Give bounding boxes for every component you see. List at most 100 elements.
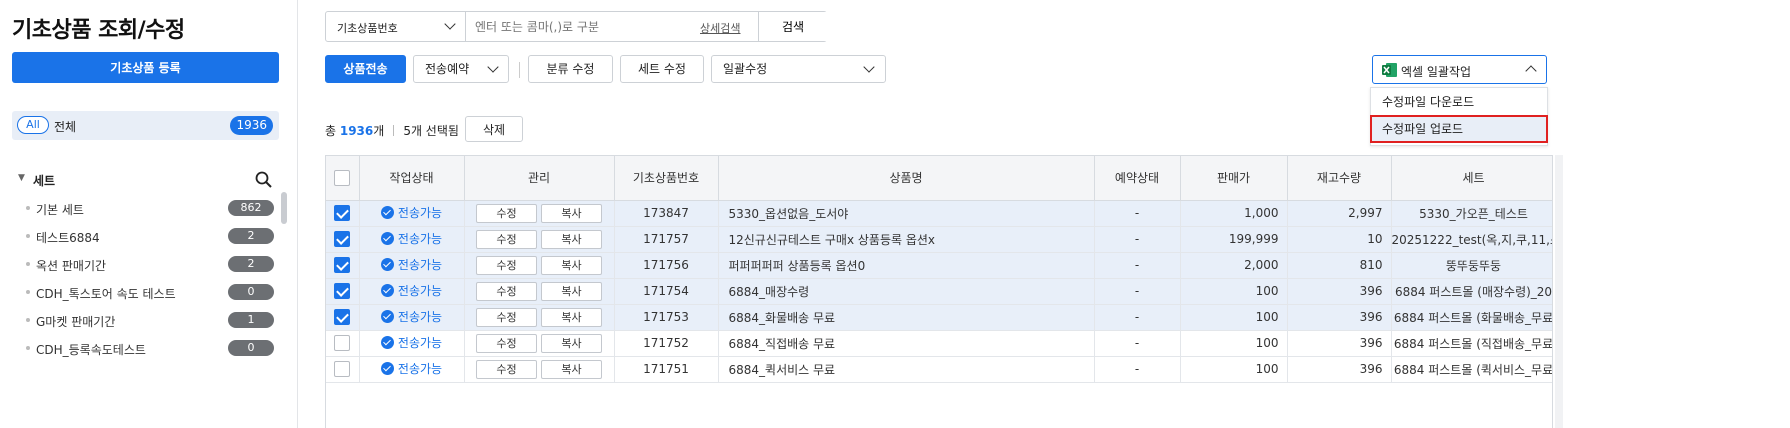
status-badge: 전송가능	[380, 334, 442, 351]
chevron-down-icon	[444, 18, 456, 30]
product-id-cell: 171757	[614, 226, 719, 253]
table-row[interactable]: 전송가능 수정 복사 173847 5330_옵션없음_도서야 -1,000 2,997 53…	[326, 200, 1552, 227]
main-content: 기초상품번호 상세검색 검색 상품전송 전송예약 분류 수정 세트 수정 일괄수…	[299, 0, 1790, 428]
edit-button[interactable]: 수정	[476, 229, 537, 249]
row-checkbox[interactable]	[334, 283, 351, 299]
set-item[interactable]: 기본 세트 862	[22, 196, 274, 224]
set-cell: 6884 퍼스트몰 (퀵서비스_무료	[1391, 356, 1552, 383]
table-row[interactable]: 전송가능 수정 복사 171753 6884_화물배송 무료 -100 396 6884 퍼스…	[326, 304, 1552, 331]
menu-item-upload[interactable]: 수정파일 업로드	[1370, 115, 1548, 143]
set-edit-button[interactable]: 세트 수정	[620, 55, 704, 83]
manage-cell: 수정 복사	[464, 356, 615, 383]
select-all-checkbox[interactable]	[334, 169, 351, 186]
table-row[interactable]: 전송가능 수정 복사 171756 퍼퍼퍼퍼퍼 상품등록 옵션0-2,000 810 뚱뚜둥…	[326, 252, 1552, 279]
category-edit-button[interactable]: 분류 수정	[528, 55, 613, 83]
status-badge: 전송가능	[380, 282, 442, 299]
table-scrollbar[interactable]	[1555, 155, 1563, 428]
bullet-icon	[26, 318, 30, 322]
set-item[interactable]: G마켓 판매기간 1	[22, 308, 274, 336]
manage-cell: 수정 복사	[464, 252, 615, 279]
copy-button[interactable]: 복사	[541, 255, 602, 275]
product-name-cell[interactable]: 6884_화물배송 무료	[718, 304, 1095, 331]
delete-button[interactable]: 삭제	[465, 116, 523, 142]
search-icon[interactable]	[254, 170, 274, 190]
set-item-name: 테스트6884	[36, 231, 100, 245]
bullet-icon	[26, 262, 30, 266]
column-header: 재고수량	[1287, 156, 1392, 201]
edit-button[interactable]: 수정	[476, 333, 537, 353]
bullet-icon	[26, 206, 30, 210]
row-select-cell[interactable]	[326, 304, 360, 331]
row-checkbox[interactable]	[334, 361, 351, 377]
table-row[interactable]: 전송가능 수정 복사 171757 12신규신규테스트 구매x 상품등록 옵션x -199…	[326, 226, 1552, 253]
set-item[interactable]: CDH_등록속도테스트 0	[22, 336, 274, 364]
row-select-cell[interactable]	[326, 356, 360, 383]
status-text: 전송가능	[397, 362, 443, 376]
stock-cell: 396	[1287, 330, 1392, 357]
edit-button[interactable]: 수정	[476, 281, 537, 301]
reserve-dropdown[interactable]: 전송예약	[413, 55, 509, 83]
excel-menu: 수정파일 다운로드 수정파일 업로드	[1370, 87, 1548, 146]
sidebar-scrollbar[interactable]	[281, 192, 287, 224]
check-circle-icon	[380, 336, 394, 349]
product-id-cell: 171756	[614, 252, 719, 279]
summary-prefix: 총	[325, 124, 340, 138]
header-select-all[interactable]	[326, 156, 360, 201]
chevron-down-icon	[487, 61, 499, 73]
product-name-cell[interactable]: 5330_옵션없음_도서야	[718, 200, 1095, 227]
product-name-cell[interactable]: 6884_매장수령	[718, 278, 1095, 305]
product-name-cell[interactable]: 6884_퀵서비스 무료	[718, 356, 1095, 383]
row-checkbox[interactable]	[334, 205, 351, 221]
set-section-header[interactable]: ▼ 세트	[18, 170, 280, 190]
advanced-search-link[interactable]: 상세검색	[700, 20, 740, 36]
search-type-select[interactable]: 기초상품번호	[326, 12, 466, 41]
menu-item-download[interactable]: 수정파일 다운로드	[1371, 89, 1547, 115]
row-select-cell[interactable]	[326, 252, 360, 279]
reserve-status-cell: -	[1094, 356, 1181, 383]
manage-cell: 수정 복사	[464, 330, 615, 357]
edit-button[interactable]: 수정	[476, 359, 537, 379]
product-name-cell[interactable]: 6884_직접배송 무료	[718, 330, 1095, 357]
set-list: 기본 세트 862 테스트6884 2 옥션 판매기간 2 CDH_톡스토어 속도 테…	[22, 196, 274, 364]
set-item[interactable]: 테스트6884 2	[22, 224, 274, 252]
product-name-cell[interactable]: 12신규신규테스트 구매x 상품등록 옵션x	[718, 226, 1095, 253]
copy-button[interactable]: 복사	[541, 359, 602, 379]
product-name-cell[interactable]: 퍼퍼퍼퍼퍼 상품등록 옵션0	[718, 252, 1095, 279]
row-select-cell[interactable]	[326, 278, 360, 305]
row-checkbox[interactable]	[334, 309, 351, 325]
check-circle-icon	[380, 310, 394, 323]
copy-button[interactable]: 복사	[541, 307, 602, 327]
search-bar: 기초상품번호 상세검색 검색	[325, 11, 827, 42]
set-item[interactable]: CDH_톡스토어 속도 테스트 0	[22, 280, 274, 308]
row-select-cell[interactable]	[326, 226, 360, 253]
table-row[interactable]: 전송가능 수정 복사 171751 6884_퀵서비스 무료 -100 396 6884 퍼스…	[326, 356, 1552, 383]
set-item[interactable]: 옥션 판매기간 2	[22, 252, 274, 280]
excel-icon	[1382, 63, 1397, 77]
chevron-up-icon	[1525, 65, 1537, 77]
row-select-cell[interactable]	[326, 330, 360, 357]
status-cell: 전송가능	[359, 200, 465, 227]
row-checkbox[interactable]	[334, 231, 351, 247]
set-cell: 5330_가오픈_테스트	[1391, 200, 1552, 227]
status-badge: 전송가능	[380, 204, 442, 221]
copy-button[interactable]: 복사	[541, 229, 602, 249]
row-checkbox[interactable]	[334, 335, 351, 351]
copy-button[interactable]: 복사	[541, 203, 602, 223]
edit-button[interactable]: 수정	[476, 307, 537, 327]
set-cell: 뚱뚜둥뚜둥	[1391, 252, 1552, 279]
all-filter-row[interactable]: All 전체 1936	[12, 111, 279, 140]
register-product-button[interactable]: 기초상품 등록	[12, 52, 279, 83]
excel-bulk-dropdown[interactable]: 엑셀 일괄작업	[1372, 55, 1547, 84]
copy-button[interactable]: 복사	[541, 281, 602, 301]
table-row[interactable]: 전송가능 수정 복사 171754 6884_매장수령 -100 396 6884 퍼스트몰 …	[326, 278, 1552, 305]
table-row[interactable]: 전송가능 수정 복사 171752 6884_직접배송 무료 -100 396 6884 퍼스…	[326, 330, 1552, 357]
copy-button[interactable]: 복사	[541, 333, 602, 353]
set-section-label: 세트	[33, 174, 56, 188]
row-select-cell[interactable]	[326, 200, 360, 227]
bulk-edit-dropdown[interactable]: 일괄수정	[711, 55, 886, 83]
send-product-button[interactable]: 상품전송	[325, 55, 406, 83]
search-button[interactable]: 검색	[758, 12, 827, 41]
edit-button[interactable]: 수정	[476, 203, 537, 223]
row-checkbox[interactable]	[334, 257, 351, 273]
edit-button[interactable]: 수정	[476, 255, 537, 275]
